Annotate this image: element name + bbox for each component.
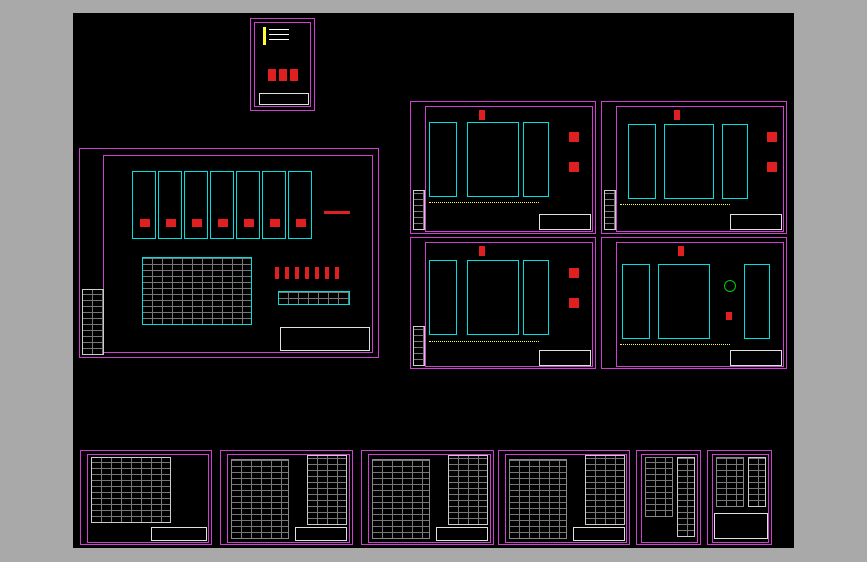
- legend-lines: [269, 29, 289, 30]
- wiring-diagram: [372, 459, 430, 539]
- elevation-sheet-3[interactable]: [410, 237, 596, 369]
- elevation-sheet-4[interactable]: [601, 237, 787, 369]
- title-block: [539, 350, 591, 366]
- side-table: [82, 289, 104, 355]
- schematic-sheet-5[interactable]: [636, 450, 701, 545]
- terminal-table: [448, 455, 488, 525]
- red-component: [279, 69, 287, 81]
- schematic-sheet-6[interactable]: [707, 450, 772, 545]
- switchgear-section: [658, 264, 710, 339]
- switchgear-side: [523, 122, 549, 197]
- component-symbol: [726, 312, 732, 320]
- terminal-table: [307, 455, 347, 525]
- elevation-note: [620, 344, 730, 361]
- wiring-diagram: [509, 459, 567, 539]
- side-table: [413, 190, 425, 230]
- fuse-symbol: [305, 267, 309, 279]
- switchgear-front: [429, 260, 457, 335]
- panel-unit: [210, 171, 234, 239]
- wiring-diagram: [231, 459, 289, 539]
- component-symbol: [569, 132, 579, 142]
- fuse-symbol: [285, 267, 289, 279]
- drawing-canvas[interactable]: [73, 13, 794, 548]
- fuse-symbol: [295, 267, 299, 279]
- title-block: [436, 527, 488, 541]
- legend-lines: [269, 34, 289, 35]
- busbar-symbol: [678, 246, 684, 256]
- busbar-symbol: [479, 246, 485, 256]
- elevation-note: [429, 341, 539, 360]
- switchgear-side: [722, 124, 748, 199]
- red-note: [324, 211, 350, 214]
- title-block: [714, 513, 768, 539]
- legend-swatch: [263, 27, 266, 45]
- terminal-table: [585, 455, 625, 525]
- panel-unit: [236, 171, 260, 239]
- red-marker: [244, 219, 254, 227]
- fuse-symbol: [325, 267, 329, 279]
- switchgear-section: [664, 124, 714, 199]
- red-marker: [270, 219, 280, 227]
- title-block: [295, 527, 347, 541]
- busbar-symbol: [674, 110, 680, 120]
- cable-symbol: [724, 280, 736, 292]
- panel-unit: [288, 171, 312, 239]
- switchgear-front: [622, 264, 650, 339]
- legend-lines: [269, 39, 289, 40]
- title-block: [280, 327, 370, 351]
- component-symbol: [569, 268, 579, 278]
- wiring-diagram: [645, 457, 673, 517]
- schematic-sheet-4[interactable]: [498, 450, 630, 545]
- panel-unit: [132, 171, 156, 239]
- title-block: [730, 214, 782, 230]
- overview-sheet[interactable]: [79, 148, 379, 358]
- title-block: [259, 93, 309, 105]
- title-block: [573, 527, 625, 541]
- red-marker: [218, 219, 228, 227]
- switchgear-front: [429, 122, 457, 197]
- schematic-sheet-2[interactable]: [220, 450, 353, 545]
- panel-unit: [262, 171, 286, 239]
- component-symbol: [569, 298, 579, 308]
- component-symbol: [767, 132, 777, 142]
- panel-unit: [158, 171, 182, 239]
- switchgear-side: [523, 260, 549, 335]
- equipment-table: [142, 257, 252, 325]
- red-marker: [140, 219, 150, 227]
- elevation-sheet-2[interactable]: [601, 101, 787, 234]
- switchgear-front: [628, 124, 656, 199]
- red-component: [268, 69, 276, 81]
- fuse-table: [278, 291, 350, 305]
- red-marker: [296, 219, 306, 227]
- red-component: [290, 69, 298, 81]
- fuse-symbol: [275, 267, 279, 279]
- title-block: [151, 527, 207, 541]
- schematic-sheet-3[interactable]: [361, 450, 494, 545]
- component-symbol: [569, 162, 579, 172]
- elevation-note: [620, 204, 730, 217]
- panel-unit: [184, 171, 208, 239]
- switchgear-side: [744, 264, 770, 339]
- terminal-table: [677, 457, 695, 537]
- legend-sheet[interactable]: [250, 18, 315, 111]
- side-table: [413, 326, 425, 366]
- cad-viewer: { "viewer": { "background_color": "#a9a9…: [0, 0, 867, 562]
- wiring-diagram: [716, 457, 744, 507]
- busbar-symbol: [479, 110, 485, 120]
- schematic-table: [91, 457, 171, 523]
- title-block: [730, 350, 782, 366]
- schematic-sheet-1[interactable]: [80, 450, 212, 545]
- switchgear-section: [467, 122, 519, 197]
- side-table: [604, 190, 616, 230]
- elevation-note: [429, 202, 539, 217]
- terminal-table: [748, 457, 766, 507]
- title-block: [539, 214, 591, 230]
- switchgear-section: [467, 260, 519, 335]
- fuse-symbol: [315, 267, 319, 279]
- component-symbol: [767, 162, 777, 172]
- red-marker: [166, 219, 176, 227]
- red-marker: [192, 219, 202, 227]
- elevation-sheet-1[interactable]: [410, 101, 596, 234]
- fuse-symbol: [335, 267, 339, 279]
